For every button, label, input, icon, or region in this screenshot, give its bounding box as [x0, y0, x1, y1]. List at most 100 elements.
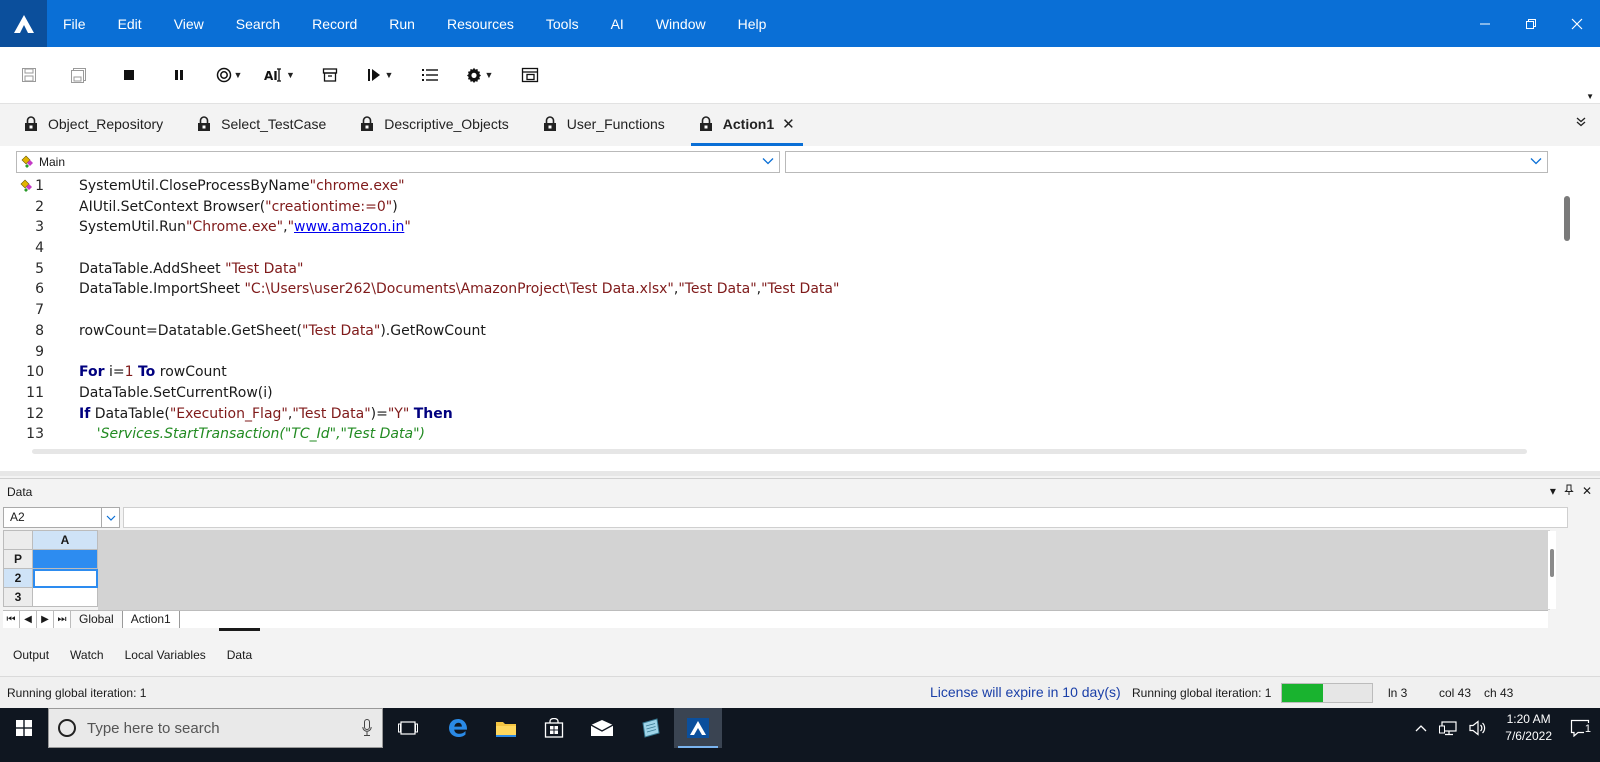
last-sheet-icon[interactable]: ⏭ — [54, 611, 71, 628]
archive-icon[interactable] — [315, 59, 345, 91]
sheet-tab-global[interactable]: Global — [71, 611, 123, 628]
grid-cell[interactable] — [32, 587, 98, 607]
mail-icon[interactable] — [578, 708, 626, 748]
notes-app-icon[interactable] — [626, 708, 674, 748]
next-sheet-icon[interactable]: ▶ — [37, 611, 54, 628]
network-icon[interactable] — [1433, 720, 1463, 736]
column-header-a[interactable]: A — [32, 530, 98, 550]
minimize-icon[interactable] — [1462, 0, 1508, 47]
close-pane-icon[interactable]: ✕ — [1582, 484, 1592, 499]
notification-icon[interactable]: 1 — [1564, 719, 1600, 737]
code-line[interactable]: 11 DataTable.SetCurrentRow(i) — [0, 383, 1560, 404]
code-line[interactable]: 7 — [0, 300, 1560, 321]
record-dropdown[interactable]: ▼ — [214, 59, 244, 91]
document-tabs: Object_Repository Select_TestCase Descri… — [0, 104, 1600, 146]
ai-inspect-dropdown[interactable]: AI ▼ — [264, 59, 295, 91]
edge-browser-icon[interactable] — [434, 708, 482, 748]
run-dropdown[interactable]: ▼ — [365, 59, 395, 91]
editor-vertical-scrollbar[interactable] — [1564, 186, 1570, 436]
code-line[interactable]: 1 SystemUtil.CloseProcessByName"chrome.ex… — [0, 176, 1560, 197]
menu-run[interactable]: Run — [373, 0, 431, 47]
close-tab-icon[interactable]: ✕ — [782, 115, 795, 133]
active-grid-cell[interactable] — [32, 568, 98, 588]
menu-edit[interactable]: Edit — [102, 0, 158, 47]
tab-local-variables[interactable]: Local Variables — [117, 628, 214, 676]
tab-output[interactable]: Output — [5, 628, 57, 676]
code-line[interactable]: 3 SystemUtil.Run"Chrome.exe","www.amazon.… — [0, 217, 1560, 238]
tab-descriptive-objects[interactable]: Descriptive_Objects — [352, 104, 517, 146]
volume-icon[interactable] — [1463, 720, 1493, 736]
row-header-3[interactable]: 3 — [3, 587, 33, 607]
code-line[interactable]: 4 — [0, 238, 1560, 259]
uft-app-icon[interactable] — [674, 708, 722, 748]
row-header-2[interactable]: 2 — [3, 568, 33, 588]
menu-help[interactable]: Help — [722, 0, 783, 47]
pause-icon[interactable] — [164, 59, 194, 91]
code-token: )= — [370, 405, 388, 422]
file-explorer-icon[interactable] — [482, 708, 530, 748]
code-line[interactable]: 5 DataTable.AddSheet "Test Data" — [0, 259, 1560, 280]
task-view-icon[interactable] — [384, 708, 432, 748]
tab-data[interactable]: Data — [218, 628, 261, 676]
code-text[interactable]: 1 SystemUtil.CloseProcessByName"chrome.ex… — [0, 176, 1560, 466]
code-line[interactable]: 10 For i=1 To rowCount — [0, 362, 1560, 383]
tab-action1[interactable]: Action1 ✕ — [690, 104, 803, 146]
member-select[interactable] — [785, 151, 1548, 173]
restore-icon[interactable] — [1508, 0, 1554, 47]
window-layout-icon[interactable] — [515, 59, 545, 91]
tab-label: User_Functions — [566, 115, 665, 132]
code-line[interactable]: 2 AIUtil.SetContext Browser("creationtime… — [0, 197, 1560, 218]
cell-reference-select[interactable]: A2 — [3, 507, 120, 528]
menu-view[interactable]: View — [158, 0, 220, 47]
code-line[interactable]: 12 If DataTable("Execution_Flag","Test Da… — [0, 404, 1560, 425]
prev-sheet-icon[interactable]: ◀ — [20, 611, 37, 628]
code-link[interactable]: www.amazon.in — [294, 219, 404, 235]
license-notice[interactable]: License will expire in 10 day(s) — [930, 684, 1121, 700]
chevron-up-icon[interactable] — [1409, 724, 1433, 732]
code-line[interactable]: 8 rowCount=Datatable.GetSheet("Test Data"… — [0, 321, 1560, 342]
grid-corner[interactable] — [3, 530, 33, 550]
grid-vertical-scrollbar[interactable] — [1548, 531, 1556, 609]
scrollbar-thumb[interactable] — [1564, 196, 1570, 241]
menu-search[interactable]: Search — [220, 0, 296, 47]
pane-splitter[interactable] — [0, 471, 1600, 476]
tab-watch[interactable]: Watch — [62, 628, 112, 676]
grid-cell[interactable] — [32, 549, 98, 569]
scope-select[interactable]: Main — [16, 151, 780, 173]
menu-record[interactable]: Record — [296, 0, 373, 47]
windows-start-icon[interactable] — [0, 708, 48, 748]
formula-input[interactable] — [123, 507, 1568, 528]
menu-ai[interactable]: AI — [595, 0, 640, 47]
scrollbar-thumb[interactable] — [1550, 549, 1554, 577]
pin-icon[interactable] — [1564, 484, 1574, 499]
code-line[interactable]: 9 — [0, 342, 1560, 363]
list-icon[interactable] — [415, 59, 445, 91]
tab-label: Select_TestCase — [221, 115, 327, 132]
row-header-p[interactable]: P — [3, 549, 33, 569]
taskbar-search-box[interactable]: Type here to search — [48, 708, 383, 748]
microphone-icon[interactable] — [362, 719, 372, 741]
stop-icon[interactable] — [114, 59, 144, 91]
tab-user-functions[interactable]: User_Functions — [535, 104, 673, 146]
tabs-overflow-icon[interactable] — [1576, 116, 1586, 130]
settings-dropdown[interactable]: ▼ — [465, 59, 495, 91]
close-window-icon[interactable] — [1554, 0, 1600, 47]
tab-select-testcase[interactable]: Select_TestCase — [189, 104, 334, 146]
store-icon[interactable] — [530, 708, 578, 748]
tab-object-repository[interactable]: Object_Repository — [16, 104, 171, 146]
editor-horizontal-scrollbar[interactable] — [32, 449, 1527, 454]
pane-menu-icon[interactable]: ▾ — [1550, 484, 1556, 499]
sheet-tab-action1[interactable]: Action1 — [122, 611, 180, 628]
first-sheet-icon[interactable]: ⏮ — [3, 611, 20, 628]
toolbar-overflow-icon[interactable]: ▼ — [1586, 92, 1594, 101]
clock[interactable]: 1:20 AM 7/6/2022 — [1493, 711, 1564, 745]
code-line[interactable]: 6 DataTable.ImportSheet "C:\Users\user262… — [0, 279, 1560, 300]
menu-window[interactable]: Window — [640, 0, 722, 47]
menu-tools[interactable]: Tools — [530, 0, 595, 47]
code-line[interactable]: 13 'Services.StartTransaction("TC_Id","T… — [0, 424, 1560, 445]
app-logo-icon[interactable] — [0, 0, 47, 47]
save-icon[interactable] — [14, 59, 44, 91]
save-all-icon[interactable] — [64, 59, 94, 91]
menu-resources[interactable]: Resources — [431, 0, 530, 47]
menu-file[interactable]: File — [47, 0, 102, 47]
